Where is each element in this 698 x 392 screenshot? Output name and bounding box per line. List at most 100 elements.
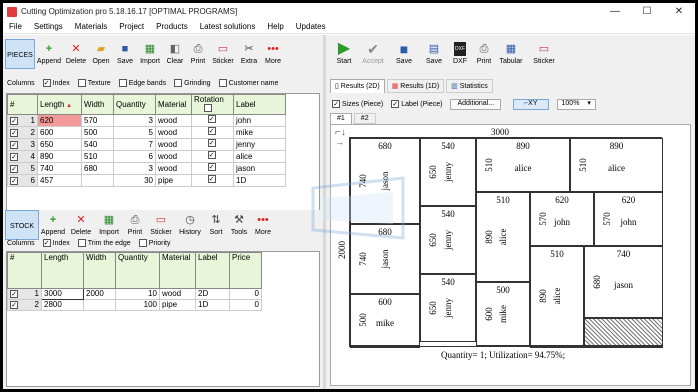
cell-label[interactable]: 1D (233, 174, 286, 187)
cut-piece[interactable]: 510 890 alice (530, 246, 584, 346)
row-index[interactable]: 2 (7, 126, 38, 139)
stock-col-material[interactable]: Material (159, 252, 196, 289)
cell-material[interactable]: pipe (159, 299, 196, 311)
open-button[interactable]: ▰ Open (89, 39, 113, 69)
menu-help[interactable]: Help (261, 22, 289, 31)
cell-width[interactable]: 570 (81, 114, 114, 127)
cut-piece[interactable]: 620 570 john (594, 192, 663, 246)
maximize-button[interactable]: ☐ (631, 3, 663, 20)
stock-import-button[interactable]: ▦ Import (95, 210, 123, 240)
cut-piece[interactable]: 540 650 jenny (420, 206, 476, 274)
cell-label[interactable]: mike (233, 126, 286, 139)
table-row[interactable]: 22800 100pipe1D0 (7, 299, 262, 311)
col-quantity[interactable]: Quantity (113, 94, 156, 115)
tab-statistics[interactable]: ▥ Statistics (446, 79, 493, 93)
stock-col-price[interactable]: Price (229, 252, 262, 289)
tab-results-1d[interactable]: ▦ Results (1D) (386, 79, 445, 93)
row-index[interactable]: 1 (7, 288, 42, 300)
cell-width[interactable]: 500 (81, 126, 114, 139)
label-checkbox[interactable]: Label (Piece) (391, 100, 442, 108)
sort-button[interactable]: ⇅ Sort (205, 210, 227, 240)
stock-col-quantity[interactable]: Quantity (115, 252, 160, 289)
row-index[interactable]: 1 (7, 114, 38, 127)
row-index[interactable]: 2 (7, 299, 42, 311)
cell-width[interactable] (81, 174, 114, 187)
col-material[interactable]: Material (155, 94, 192, 115)
cut-piece[interactable]: 500 600 mike (476, 282, 530, 346)
cell-label[interactable]: jenny (233, 138, 286, 151)
table-row[interactable]: 13000200010wood2D0 (7, 288, 262, 300)
start-button[interactable]: ▶ Start (330, 39, 358, 69)
accept-button[interactable]: ✔ Accept (358, 39, 388, 69)
cell-material[interactable]: wood (159, 288, 196, 300)
sheet-tab-1[interactable]: #1 (330, 113, 352, 124)
results-print-button[interactable]: ⎙ Print (472, 39, 496, 69)
cell-rotation[interactable] (191, 138, 234, 151)
texture-checkbox[interactable]: Texture (77, 79, 111, 87)
stock-print-button[interactable]: ⎙ Print (123, 210, 147, 240)
cell-length[interactable]: 3000 (41, 288, 84, 300)
sizes-checkbox[interactable]: Sizes (Piece) (332, 100, 383, 108)
cell-quantity[interactable]: 5 (113, 126, 156, 139)
cell-quantity[interactable]: 100 (115, 299, 160, 311)
sticker-button[interactable]: ▭ Sticker (209, 39, 237, 69)
cell-length[interactable]: 600 (37, 126, 82, 139)
tabular-button[interactable]: ▦ Tabular (496, 39, 526, 69)
cut-piece[interactable]: 890 510 alice (476, 138, 570, 192)
cell-label[interactable]: john (233, 114, 286, 127)
trim-edge-checkbox[interactable]: Trim the edge (77, 239, 131, 247)
clear-button[interactable]: ◧ Clear (163, 39, 187, 69)
stock-col-index[interactable]: # (7, 252, 42, 289)
tools-button[interactable]: ⚒ Tools (227, 210, 251, 240)
cell-material[interactable]: wood (155, 126, 192, 139)
zoom-select[interactable]: 100% ▾ (556, 98, 596, 110)
cell-rotation[interactable] (191, 126, 234, 139)
menu-project[interactable]: Project (113, 22, 150, 31)
minimize-button[interactable]: — (599, 3, 631, 20)
results-save-button[interactable]: ■ Save (388, 39, 420, 69)
stock-col-width[interactable]: Width (83, 252, 116, 289)
cell-quantity[interactable]: 6 (113, 150, 156, 163)
row-index[interactable]: 3 (7, 138, 38, 151)
stock-tab[interactable]: STOCK (5, 210, 39, 240)
stock-delete-button[interactable]: ✕ Delete (67, 210, 95, 240)
xy-button[interactable]: ⌐ XY (513, 98, 549, 110)
print-button[interactable]: ⎙ Print (187, 39, 209, 69)
menu-materials[interactable]: Materials (69, 22, 113, 31)
edge-bands-checkbox[interactable]: Edge bands (118, 79, 166, 87)
cell-width[interactable]: 540 (81, 138, 114, 151)
cell-price[interactable]: 0 (229, 288, 262, 300)
index-checkbox[interactable]: Index (42, 79, 70, 87)
cell-width[interactable]: 680 (81, 162, 114, 175)
delete-button[interactable]: ✕ Delete (63, 39, 89, 69)
cell-material[interactable]: wood (155, 162, 192, 175)
extra-button[interactable]: ✂ Extra (237, 39, 261, 69)
more-button[interactable]: ••• More (261, 39, 285, 69)
cut-piece[interactable]: 620 570 john (530, 192, 594, 246)
cell-material[interactable]: wood (155, 114, 192, 127)
history-button[interactable]: ◷ History (175, 210, 205, 240)
stock-col-length[interactable]: Length (41, 252, 84, 289)
col-label[interactable]: Label (233, 94, 286, 115)
table-row[interactable]: 48905106wood alice (7, 150, 286, 163)
cell-length[interactable]: 620 (37, 114, 82, 127)
priority-checkbox[interactable]: Priority (138, 239, 170, 247)
results-sticker-button[interactable]: ▭ Sticker (526, 39, 562, 69)
cut-piece[interactable]: 740 680 jason (584, 246, 663, 318)
table-row[interactable]: 26005005wood mike (7, 126, 286, 139)
tab-results-2d[interactable]: ▯ Results (2D) (330, 79, 385, 93)
cut-piece[interactable]: 540 650 jenny (420, 138, 476, 206)
row-index[interactable]: 6 (7, 174, 38, 187)
customer-name-checkbox[interactable]: Customer name (218, 79, 278, 87)
additional-button[interactable]: Additional... (450, 98, 502, 110)
col-length[interactable]: Length ▲ (37, 94, 82, 115)
cut-piece[interactable]: 890 510 alice (570, 138, 663, 192)
cell-length[interactable]: 457 (37, 174, 82, 187)
stock-append-button[interactable]: + Append (39, 210, 67, 240)
append-button[interactable]: + Append (35, 39, 63, 69)
cell-length[interactable]: 650 (37, 138, 82, 151)
table-row[interactable]: 6457 30pipe 1D (7, 174, 286, 187)
cell-price[interactable]: 0 (229, 299, 262, 311)
save-button[interactable]: ■ Save (113, 39, 137, 69)
menu-updates[interactable]: Updates (290, 22, 332, 31)
